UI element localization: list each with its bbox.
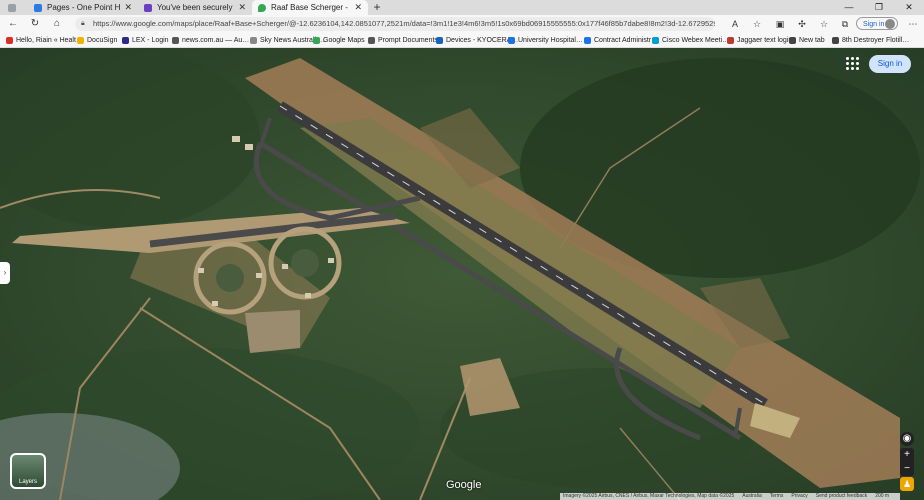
collections-icon[interactable]: ⧉	[838, 17, 852, 31]
profile-sign-in-button[interactable]: Sign in	[856, 17, 898, 30]
shield-icon	[144, 3, 152, 12]
bookmark-item[interactable]: Prompt Documents	[368, 33, 438, 47]
my-location-icon[interactable]: ◉	[900, 432, 914, 446]
favorites-star-icon[interactable]: ☆	[750, 17, 764, 31]
close-icon[interactable]: ✕	[238, 2, 246, 13]
onepoint-icon	[34, 3, 42, 12]
google-logo: Google	[446, 479, 482, 491]
layers-button[interactable]: Layers	[10, 453, 46, 489]
privacy-link[interactable]: Privacy	[791, 493, 807, 500]
bookmark-favicon-icon	[313, 36, 320, 44]
bookmarks-bar: Hello, Riain « Healt… DocuSign LEX - Login…	[0, 33, 924, 48]
back-icon[interactable]: ←	[6, 17, 20, 31]
bookmark-item[interactable]: University Hospital…	[508, 33, 583, 47]
bookmark-label: Jaggaer text login	[737, 36, 793, 44]
minimize-icon[interactable]: —	[834, 0, 864, 15]
scale-label[interactable]: 200 m	[875, 493, 889, 500]
bookmark-label: New tab	[799, 36, 825, 44]
bookmark-favicon-icon	[727, 36, 734, 44]
terms-link[interactable]: Terms	[770, 493, 784, 500]
bookmark-favicon-icon	[584, 36, 591, 44]
bookmark-item[interactable]: news.com.au — Au…	[172, 33, 249, 47]
satellite-imagery	[0, 48, 924, 500]
tab-title: Pages - One Point Home	[47, 3, 121, 12]
tab-actions-icon	[8, 3, 16, 12]
bookmark-label: Contract Administr…	[594, 36, 659, 44]
bookmark-favicon-icon	[789, 36, 796, 44]
bookmark-favicon-icon	[368, 36, 375, 44]
map-attribution: Imagery ©2025 Airbus, CNES / Airbus, Max…	[560, 493, 901, 500]
tab-actions-icon[interactable]	[4, 0, 24, 15]
zoom-out-button[interactable]: −	[900, 462, 914, 476]
maps-pin-icon	[258, 3, 266, 12]
home-icon[interactable]: ⌂	[50, 17, 64, 31]
tab-onepoint[interactable]: Pages - One Point Home ✕	[28, 0, 138, 15]
bookmark-label: Hello, Riain « Healt…	[16, 36, 83, 44]
layers-label: Layers	[18, 479, 37, 485]
bookmark-item[interactable]: Hello, Riain « Healt…	[6, 33, 83, 47]
refresh-icon[interactable]: ↻	[28, 17, 42, 31]
bookmark-item[interactable]: LEX - Login	[122, 33, 169, 47]
lock-icon: 🔒︎	[81, 20, 85, 27]
new-tab-button[interactable]: +	[370, 0, 384, 15]
bookmark-label: news.com.au — Au…	[182, 36, 250, 44]
bookmark-favicon-icon	[832, 36, 839, 44]
bookmark-label: University Hospital…	[518, 36, 583, 44]
satellite-map[interactable]: ›	[0, 48, 924, 500]
tab-title: You've been securely logged out	[157, 3, 234, 12]
restore-icon[interactable]: ❐	[864, 0, 894, 15]
bookmark-label: 8th Destroyer Flotill…	[842, 36, 910, 44]
url-text: https://www.google.com/maps/place/Raaf+B…	[93, 19, 715, 28]
read-aloud-icon[interactable]: A	[728, 17, 742, 31]
bookmark-label: Prompt Documents	[378, 36, 438, 44]
bookmark-label: DocuSign	[87, 36, 118, 44]
bookmark-item[interactable]: DocuSign	[77, 33, 117, 47]
map-sign-in-button[interactable]: Sign in	[869, 55, 911, 73]
bookmark-favicon-icon	[77, 36, 84, 44]
bookmark-favicon-icon	[250, 36, 257, 44]
bookmark-favicon-icon	[508, 36, 515, 44]
bookmark-item[interactable]: Cisco Webex Meeti…	[652, 33, 729, 47]
apps-grid-icon[interactable]	[846, 57, 860, 71]
imagery-credit: Imagery ©2025 Airbus, CNES / Airbus, Max…	[563, 493, 735, 499]
close-icon[interactable]: ✕	[354, 2, 362, 13]
bookmark-favicon-icon	[6, 36, 13, 44]
tab-strip: Pages - One Point Home ✕ You've been sec…	[0, 0, 924, 15]
feedback-link[interactable]: Send product feedback	[816, 493, 867, 500]
bookmark-item[interactable]: Devices - KYOCERA…	[436, 33, 518, 47]
close-icon[interactable]: ✕	[124, 2, 132, 13]
favorites-icon[interactable]: ☆	[817, 17, 831, 31]
tab-google-maps[interactable]: Raaf Base Scherger - Google Ma… ✕	[252, 0, 368, 15]
more-menu-icon[interactable]: ⋯	[906, 17, 920, 31]
bookmark-label: LEX - Login	[132, 36, 169, 44]
collapse-side-panel-button[interactable]: ›	[0, 262, 10, 284]
navigation-bar: ← ↻ ⌂ 🔒︎ https://www.google.com/maps/pla…	[0, 15, 924, 33]
bookmark-item[interactable]: Google Maps	[313, 33, 365, 47]
zoom-in-button[interactable]: +	[900, 448, 914, 462]
bookmark-item[interactable]: Contract Administr…	[584, 33, 658, 47]
address-bar[interactable]: 🔒︎ https://www.google.com/maps/place/Raa…	[75, 17, 715, 31]
profile-label: Sign in	[863, 21, 885, 28]
bookmark-item[interactable]: New tab	[789, 33, 825, 47]
tab-logged-out[interactable]: You've been securely logged out ✕	[138, 0, 252, 15]
bookmark-favicon-icon	[122, 36, 129, 44]
bookmark-favicon-icon	[436, 36, 443, 44]
tab-title: Raaf Base Scherger - Google Ma…	[271, 3, 350, 12]
pegman-icon[interactable]: ♟	[900, 477, 914, 491]
extension-icon[interactable]: ▣	[773, 17, 787, 31]
extensions-puzzle-icon[interactable]: ✣	[795, 17, 809, 31]
region-link[interactable]: Australia	[742, 493, 761, 500]
bookmark-label: Google Maps	[323, 36, 365, 44]
bookmark-label: Cisco Webex Meeti…	[662, 36, 730, 44]
bookmark-item[interactable]: 8th Destroyer Flotill…	[832, 33, 909, 47]
bookmark-favicon-icon	[652, 36, 659, 44]
bookmark-favicon-icon	[172, 36, 179, 44]
close-window-icon[interactable]: ✕	[894, 0, 924, 15]
avatar-icon	[885, 19, 895, 29]
bookmark-item[interactable]: Jaggaer text login	[727, 33, 792, 47]
